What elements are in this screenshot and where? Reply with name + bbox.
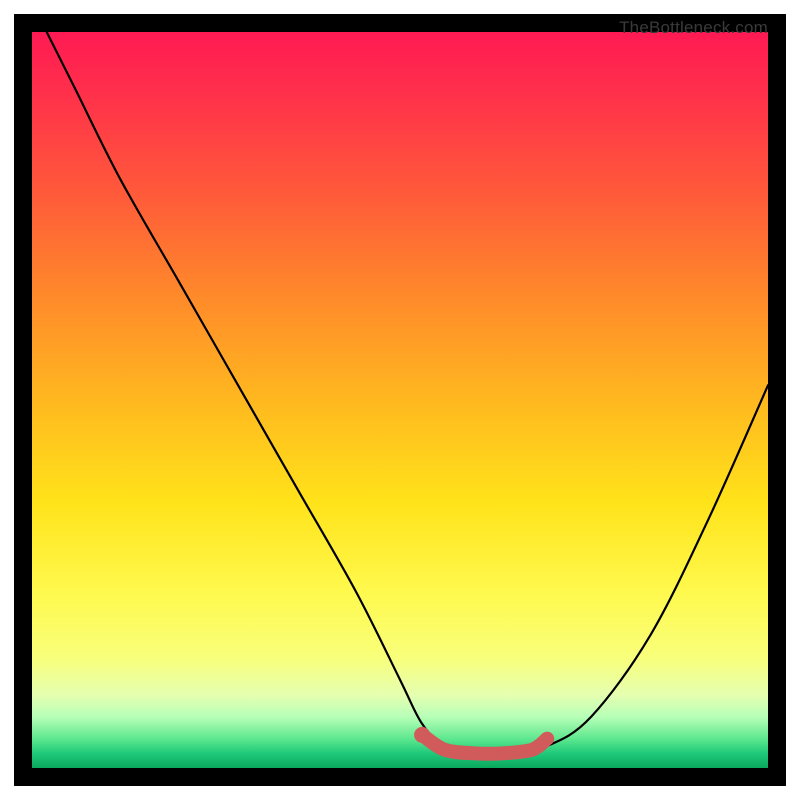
chart-svg <box>32 32 768 768</box>
curve-main <box>47 32 768 754</box>
highlight-start-dot <box>414 727 430 743</box>
chart-frame: TheBottleneck.com <box>14 14 786 786</box>
curve-highlight <box>422 735 547 754</box>
chart-plot-area: TheBottleneck.com <box>32 32 768 768</box>
